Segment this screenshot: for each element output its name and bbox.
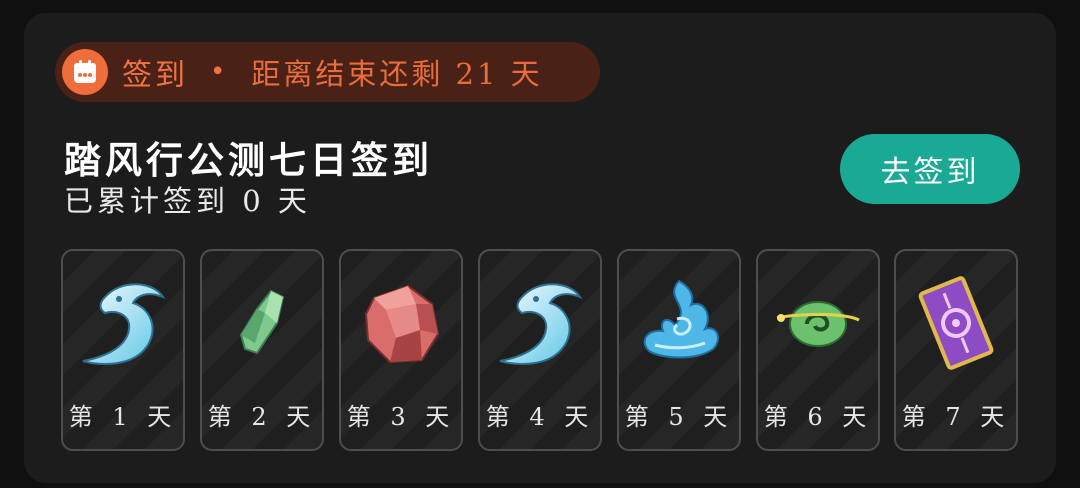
day-label-4: 第 4 天 <box>485 403 595 431</box>
green-crystal-icon <box>212 263 312 383</box>
red-ore-icon <box>351 263 451 383</box>
purple-ticket-icon <box>906 263 1006 383</box>
day-card-2[interactable]: 第 2 天 <box>200 249 324 451</box>
day-label-6: 第 6 天 <box>763 403 873 431</box>
countdown-pill: 签到 • 距离结束还剩 21 天 <box>55 42 600 102</box>
day-card-7[interactable]: 第 7 天 <box>894 249 1018 451</box>
checkin-badge-label: 签到 <box>122 58 188 93</box>
day-card-5[interactable]: 第 5 天 <box>617 249 741 451</box>
day-label-2: 第 2 天 <box>207 403 317 431</box>
page-title: 踏风行公测七日签到 <box>64 138 433 182</box>
checkin-progress-text: 已累计签到 0 天 <box>64 184 311 218</box>
day-card-1[interactable]: 第 1 天 <box>61 249 185 451</box>
separator-dot: • <box>210 57 226 87</box>
day-label-7: 第 7 天 <box>901 403 1011 431</box>
day-card-4[interactable]: 第 4 天 <box>478 249 602 451</box>
day-label-3: 第 3 天 <box>346 403 456 431</box>
day-label-5: 第 5 天 <box>624 403 734 431</box>
checkin-button[interactable]: 去签到 <box>840 134 1020 204</box>
green-swirl-orb-icon <box>768 263 868 383</box>
countdown-text: 距离结束还剩 21 天 <box>251 57 543 91</box>
day-card-3[interactable]: 第 3 天 <box>339 249 463 451</box>
wind-feather-icon <box>490 263 590 383</box>
calendar-icon <box>62 49 108 95</box>
day-label-1: 第 1 天 <box>68 403 178 431</box>
checkin-card: 签到 • 距离结束还剩 21 天 踏风行公测七日签到 已累计签到 0 天 去签到… <box>24 13 1056 483</box>
day-card-6[interactable]: 第 6 天 <box>756 249 880 451</box>
wind-feather-icon <box>73 263 173 383</box>
blue-flame-icon <box>629 263 729 383</box>
